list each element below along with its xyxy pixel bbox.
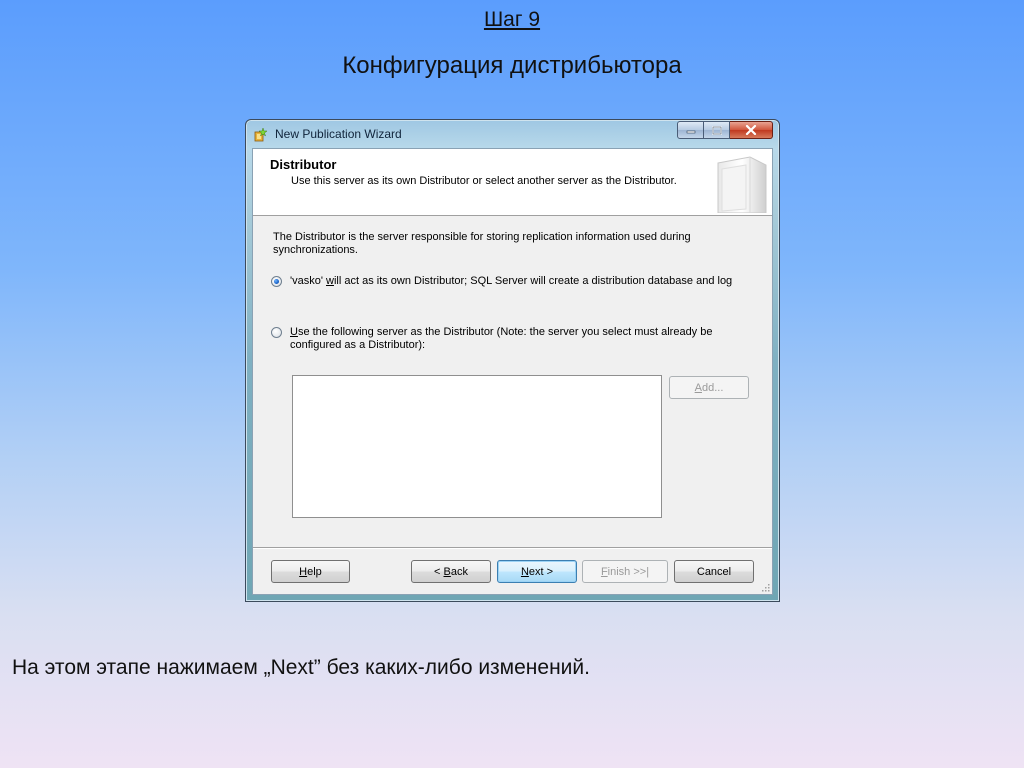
radio-own-distributor[interactable] xyxy=(271,276,282,287)
option-other-distributor-label[interactable]: Use the following server as the Distribu… xyxy=(290,326,740,352)
slide-step: Шаг 9 xyxy=(483,8,541,31)
footer-separator xyxy=(253,547,772,549)
next-rest: ext > xyxy=(528,565,554,578)
option2-mnemonic: U xyxy=(290,326,298,338)
intro-text: The Distributor is the server responsibl… xyxy=(273,231,691,256)
minimize-icon xyxy=(686,130,695,134)
option1-mnemonic: w xyxy=(326,275,334,287)
resize-grip-icon[interactable] xyxy=(760,582,770,592)
option1-text-a: 'vasko' xyxy=(290,275,326,287)
back-prefix: < xyxy=(434,565,444,578)
add-button[interactable]: Add... xyxy=(669,376,749,399)
page-subtitle: Use this server as its own Distributor o… xyxy=(291,175,677,187)
option2-text: se the following server as the Distribut… xyxy=(290,326,713,351)
next-mnemonic: N xyxy=(520,565,529,578)
finish-button[interactable]: Finish >>| xyxy=(582,560,668,583)
back-mnemonic: B xyxy=(443,565,451,578)
back-button[interactable]: < Back xyxy=(411,560,491,583)
maximize-button[interactable] xyxy=(704,121,730,139)
wizard-window: New Publication Wizard Distributor Use t… xyxy=(245,119,780,602)
add-rest: dd... xyxy=(701,381,724,394)
page-title: Distributor xyxy=(270,157,337,172)
wizard-header: Distributor Use this server as its own D… xyxy=(253,149,772,216)
help-mnemonic: H xyxy=(299,565,308,578)
title-bar[interactable]: New Publication Wizard xyxy=(246,120,779,148)
finish-mnemonic: F xyxy=(600,565,608,578)
radio-selected-dot xyxy=(274,279,279,284)
back-rest: ack xyxy=(450,565,468,578)
maximize-icon xyxy=(711,125,722,135)
window-controls xyxy=(677,121,773,139)
minimize-button[interactable] xyxy=(677,121,704,139)
option-own-distributor-label[interactable]: 'vasko' will act as its own Distributor;… xyxy=(290,275,740,288)
help-button[interactable]: Help xyxy=(271,560,350,583)
cancel-button[interactable]: Cancel xyxy=(674,560,754,583)
option1-text-b: ill act as its own Distributor; SQL Serv… xyxy=(333,275,733,287)
help-rest: elp xyxy=(307,565,322,578)
server-list[interactable] xyxy=(292,375,662,518)
slide-caption: На этом этапе нажимаем „Next” без каких-… xyxy=(12,656,590,679)
close-button[interactable] xyxy=(730,121,773,139)
distributor-server-icon xyxy=(717,156,767,213)
finish-rest: inish >>| xyxy=(607,565,650,578)
wizard-client: Distributor Use this server as its own D… xyxy=(252,148,773,595)
wizard-app-icon xyxy=(254,127,268,142)
window-title: New Publication Wizard xyxy=(275,127,402,141)
add-mnemonic: A xyxy=(694,381,702,394)
slide-title: Конфигурация дистрибьютора xyxy=(342,52,682,79)
next-button[interactable]: Next > xyxy=(497,560,577,583)
radio-other-distributor[interactable] xyxy=(271,327,282,338)
close-icon xyxy=(745,125,757,135)
